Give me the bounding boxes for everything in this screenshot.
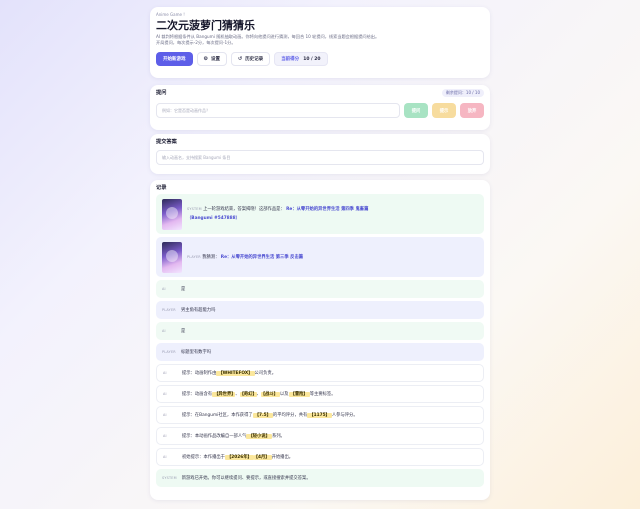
log-role: AI bbox=[163, 434, 167, 438]
log-role: AI bbox=[163, 455, 167, 459]
log-text: 提示：在Bangumi社区，本作获得了 bbox=[182, 413, 253, 418]
log-role: AI bbox=[162, 329, 166, 333]
hint-highlight: 【4月】 bbox=[253, 455, 272, 460]
game-description: AI 裁判将根据条件从 Bangumi 随机抽取动画。你将向他提问进行猜测，每回… bbox=[156, 34, 456, 46]
log-text: 我猜测： bbox=[202, 255, 220, 260]
log-text: 初始提示：本作播出于 bbox=[182, 455, 225, 460]
hint-highlight: 【轻小说】 bbox=[246, 434, 272, 439]
log-role: SYSTEM bbox=[187, 207, 202, 211]
settings-button[interactable]: ⚙ 设置 bbox=[196, 52, 227, 66]
log-role: AI bbox=[163, 371, 167, 375]
log-text: 开始播出。 bbox=[271, 455, 294, 460]
hint-highlight: 【WHITEFOX】 bbox=[216, 371, 255, 376]
hint-highlight: 【战斗】 bbox=[260, 392, 280, 397]
log-text: 男主角有超能力吗 bbox=[181, 308, 216, 313]
log-text: 提示：动画制作由 bbox=[182, 371, 217, 376]
log-role: AI bbox=[163, 392, 167, 396]
log-role: PLAYER bbox=[162, 308, 176, 312]
log-text: 提示：动画含有 bbox=[182, 392, 213, 397]
score-badge: 当前得分 10 / 20 bbox=[274, 52, 328, 66]
history-label: 历史记录 bbox=[245, 56, 264, 61]
gear-icon: ⚙ bbox=[203, 56, 208, 62]
log-text: 标题里有数字吗 bbox=[181, 350, 212, 355]
log-title: 记录 bbox=[156, 185, 167, 191]
log-role: PLAYER bbox=[162, 350, 176, 354]
log-entry-ai: AI 是 bbox=[156, 322, 484, 340]
game-header-card: Anime Game ! 二次元菠萝门猜猜乐 AI 裁判将根据条件从 Bangu… bbox=[150, 7, 490, 78]
log-text: 新游戏已开始。你可以继续提问、要提示，或直接搜索并提交答案。 bbox=[181, 476, 311, 481]
anime-cover-image bbox=[162, 198, 182, 230]
hint-highlight: 【1175】 bbox=[307, 413, 332, 418]
history-button[interactable]: ↺ 历史记录 bbox=[230, 52, 271, 66]
start-new-game-button[interactable]: 开始新游戏 bbox=[156, 52, 193, 66]
log-entry-ai-hint: AI 初始提示：本作播出于 【2026年】 【4月】 开始播出。 bbox=[156, 448, 484, 466]
give-up-button[interactable]: 放弃 bbox=[460, 103, 484, 118]
log-entry-player: PLAYER 我猜测： Re：从零开始的异世界生活 第三季 反击篇 bbox=[156, 237, 484, 277]
log-text: 人参与评分。 bbox=[331, 413, 358, 418]
log-role: PLAYER bbox=[187, 255, 201, 259]
ask-row: 例如：它是否是动画作品？ 提问 提示 放弃 bbox=[156, 103, 484, 118]
question-input[interactable]: 例如：它是否是动画作品？ bbox=[156, 103, 400, 118]
question-counter: 剩余提问：10 / 10 bbox=[441, 89, 484, 97]
header-actions: 开始新游戏 ⚙ 设置 ↺ 历史记录 当前得分 10 / 20 bbox=[156, 52, 484, 66]
history-icon: ↺ bbox=[237, 56, 243, 62]
log-text: 以及 bbox=[279, 392, 289, 397]
guess-link[interactable]: Re：从零开始的异世界生活 第三季 反击篇 bbox=[221, 255, 303, 260]
log-entry-system: SYSTEM 上一轮游戏结束，答案揭晓！这部作品是： Re：从零开始的异世界生活… bbox=[156, 194, 484, 234]
hint-button[interactable]: 提示 bbox=[432, 103, 456, 118]
log-text: 上一轮游戏结束，答案揭晓！这部作品是： bbox=[203, 207, 285, 212]
log-text: 提示：本动画作品改编自一部人气 bbox=[182, 434, 247, 439]
description-line: 开局提问，每次提示-2分，每次提问-1分。 bbox=[156, 40, 236, 45]
app-tag: Anime Game ! bbox=[156, 12, 185, 17]
log-entry-player: PLAYER 男主角有超能力吗 bbox=[156, 301, 484, 319]
submit-answer-card: 提交答案 输入动画名，支持搜索 Bangumi 条目 bbox=[150, 134, 490, 174]
log-text: 系列。 bbox=[271, 434, 285, 439]
score-value: 10 / 20 bbox=[303, 56, 321, 62]
log-entry-ai-hint: AI 提示：在Bangumi社区，本作获得了 【7.5】 的平均评分，共有 【1175… bbox=[156, 406, 484, 424]
log-entry-ai-hint: AI 提示：动画制作由 【WHITEFOX】 公司负责。 bbox=[156, 364, 484, 382]
log-role: AI bbox=[162, 287, 166, 291]
log-text: 是 bbox=[181, 329, 186, 334]
log-text: 是 bbox=[181, 287, 186, 292]
log-entry-ai-hint: AI 提示：本动画作品改编自一部人气 【轻小说】 系列。 bbox=[156, 427, 484, 445]
log-role: AI bbox=[163, 413, 167, 417]
ask-card: 提问 剩余提问：10 / 10 例如：它是否是动画作品？ 提问 提示 放弃 bbox=[150, 85, 490, 130]
ask-button[interactable]: 提问 bbox=[404, 103, 428, 118]
ask-title: 提问 bbox=[156, 90, 167, 96]
log-entry-ai: AI 是 bbox=[156, 280, 484, 298]
hint-highlight: 【2026年】 bbox=[224, 455, 254, 460]
log-role: SYSTEM bbox=[162, 476, 177, 480]
log-text: 等主要标签。 bbox=[309, 392, 336, 397]
ask-header: 提问 剩余提问：10 / 10 bbox=[156, 89, 484, 97]
answer-search-input[interactable]: 输入动画名，支持搜索 Bangumi 条目 bbox=[156, 150, 484, 165]
hint-highlight: 【7.5】 bbox=[252, 413, 273, 418]
log-text: 的平均评分，共有 bbox=[272, 413, 308, 418]
bangumi-id-link[interactable]: （Bangumi #547888） bbox=[187, 216, 240, 221]
score-label: 当前得分 bbox=[281, 57, 300, 62]
page-title: 二次元菠萝门猜猜乐 bbox=[156, 19, 255, 32]
log-entry-player: PLAYER 标题里有数字吗 bbox=[156, 343, 484, 361]
log-card: 记录 SYSTEM 上一轮游戏结束，答案揭晓！这部作品是： Re：从零开始的异世… bbox=[150, 180, 490, 500]
log-list: SYSTEM 上一轮游戏结束，答案揭晓！这部作品是： Re：从零开始的异世界生活… bbox=[156, 194, 484, 487]
submit-title: 提交答案 bbox=[156, 139, 177, 145]
settings-label: 设置 bbox=[210, 56, 220, 61]
anime-cover-image bbox=[162, 241, 182, 273]
hint-highlight: 【冒险】 bbox=[288, 392, 310, 397]
log-entry-system: SYSTEM 新游戏已开始。你可以继续提问、要提示，或直接搜索并提交答案。 bbox=[156, 469, 484, 487]
hint-highlight: 【异世界】 bbox=[212, 392, 236, 397]
log-text: 公司负责。 bbox=[254, 371, 277, 376]
log-entry-ai-hint: AI 提示：动画含有 【异世界】、【奇幻】、【战斗】 以及 【冒险】 等主要标签。 bbox=[156, 385, 484, 403]
answer-link[interactable]: Re：从零开始的异世界生活 第四季 鬼畜篇 bbox=[286, 207, 368, 212]
hint-highlight: 【奇幻】 bbox=[239, 392, 257, 397]
